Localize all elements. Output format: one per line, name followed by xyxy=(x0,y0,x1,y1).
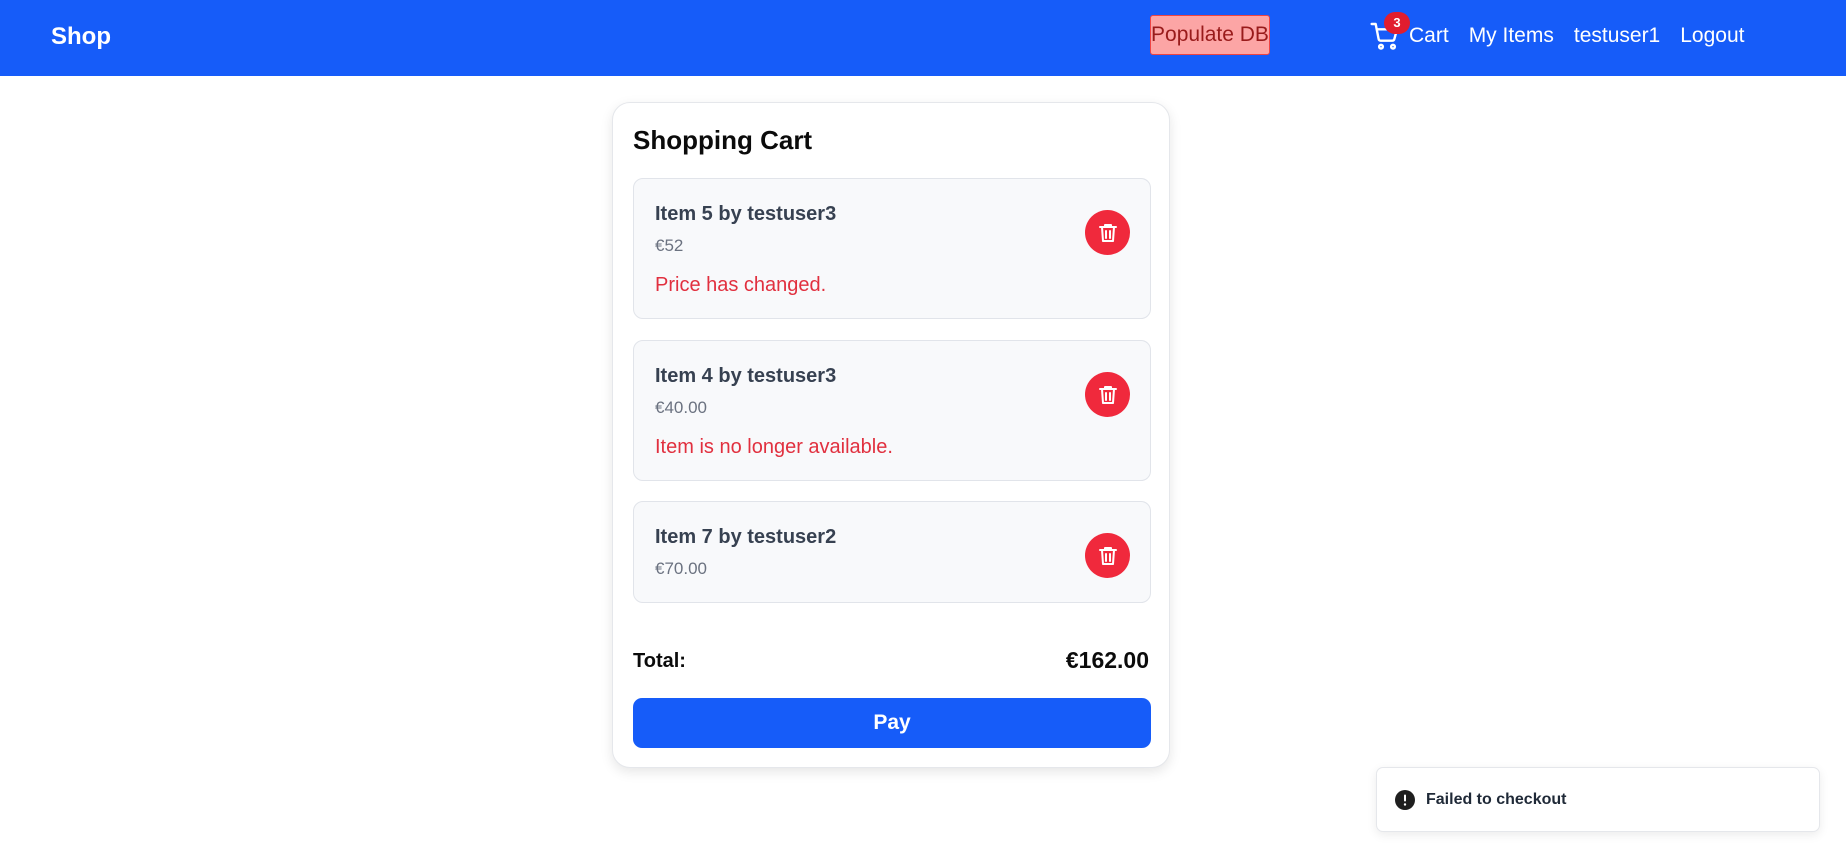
trash-icon xyxy=(1098,223,1117,242)
pay-button[interactable]: Pay xyxy=(633,698,1151,748)
item-name: Item 7 by testuser2 xyxy=(655,526,837,548)
error-toast: Failed to checkout xyxy=(1376,767,1820,832)
total-label: Total: xyxy=(633,650,686,672)
nav-right: 3 Cart My Items testuser1 Logout xyxy=(1369,12,1764,54)
error-circle-icon xyxy=(1395,790,1415,810)
item-name: Item 5 by testuser3 xyxy=(655,203,837,225)
total-value: €162.00 xyxy=(1065,647,1149,673)
cart-icon: 3 xyxy=(1369,12,1410,52)
trash-icon xyxy=(1098,546,1117,565)
toast-message: Failed to checkout xyxy=(1426,791,1567,808)
username-link[interactable]: testuser1 xyxy=(1574,24,1660,48)
my-items-link[interactable]: My Items xyxy=(1469,24,1554,48)
item-error-message: Item is no longer available. xyxy=(655,436,893,458)
shopping-cart-card: Shopping Cart Item 5 by testuser3 €52 Pr… xyxy=(612,102,1170,768)
page-title: Shopping Cart xyxy=(633,125,813,155)
logout-link[interactable]: Logout xyxy=(1680,24,1744,48)
trash-icon xyxy=(1098,385,1117,404)
cart-label: Cart xyxy=(1409,24,1449,47)
item-price: €40.00 xyxy=(655,398,707,417)
item-price: €52 xyxy=(655,236,684,255)
top-navbar: Shop Populate DB 3 Cart My Items testuse… xyxy=(0,0,1846,76)
cart-item: Item 7 by testuser2 €70.00 xyxy=(633,501,1151,603)
cart-link[interactable]: 3 Cart xyxy=(1369,12,1449,52)
item-price: €70.00 xyxy=(655,559,707,578)
populate-db-button[interactable]: Populate DB xyxy=(1150,15,1270,55)
brand-logo[interactable]: Shop xyxy=(51,22,111,52)
item-error-message: Price has changed. xyxy=(655,274,827,296)
cart-item: Item 5 by testuser3 €52 Price has change… xyxy=(633,178,1151,319)
item-name: Item 4 by testuser3 xyxy=(655,365,837,387)
remove-item-button[interactable] xyxy=(1085,372,1130,417)
cart-count-badge: 3 xyxy=(1384,12,1410,34)
cart-item: Item 4 by testuser3 €40.00 Item is no lo… xyxy=(633,340,1151,481)
remove-item-button[interactable] xyxy=(1085,533,1130,578)
remove-item-button[interactable] xyxy=(1085,210,1130,255)
